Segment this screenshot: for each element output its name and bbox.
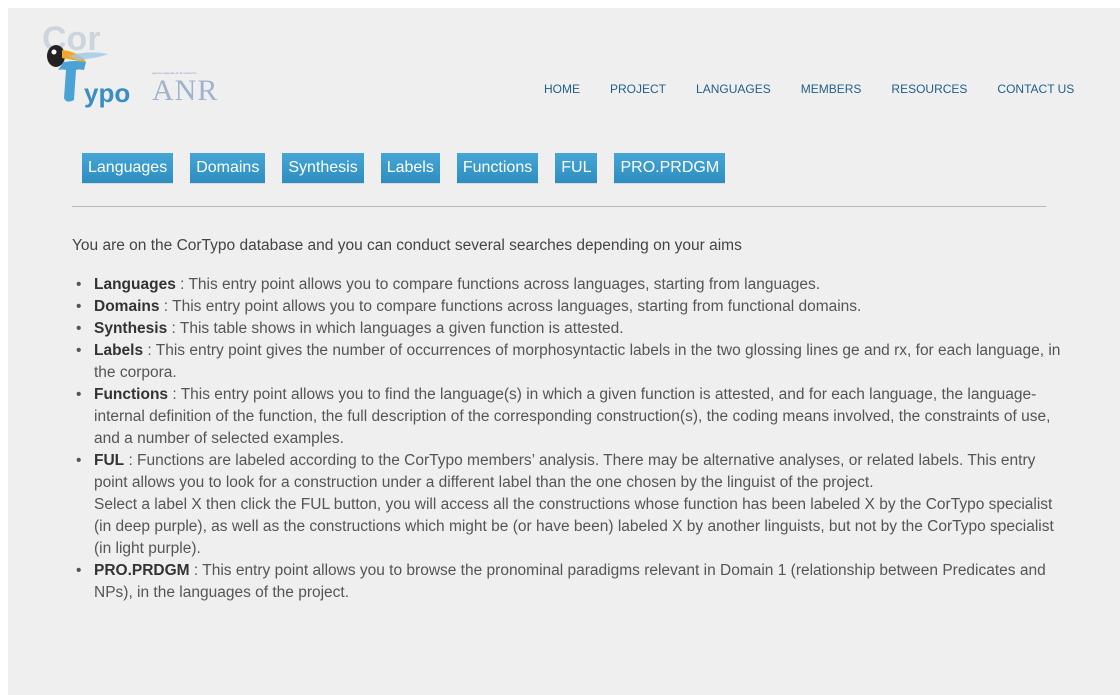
nav-contact-us[interactable]: CONTACT US xyxy=(997,81,1074,97)
nav-home[interactable]: HOME xyxy=(544,81,580,97)
list-item-text: : Functions are labeled according to the… xyxy=(94,452,1036,491)
tab-ful-button[interactable]: FUL xyxy=(555,153,598,183)
top-nav: HOME PROJECT LANGUAGES MEMBERS RESOURCES… xyxy=(544,81,1074,97)
list-item-text: : This entry point gives the number of o… xyxy=(94,342,1061,381)
tab-synthesis-button[interactable]: Synthesis xyxy=(282,153,364,183)
list-item-text: : This entry point allows you to compare… xyxy=(159,298,862,315)
list-item-extra-text: Select a label X then click the FUL butt… xyxy=(94,496,1054,557)
anr-logo-graphic: agence nationale de la recherche ANR xyxy=(152,71,218,107)
list-item: FUL : Functions are labeled according to… xyxy=(72,450,1062,560)
list-item: Labels : This entry point gives the numb… xyxy=(72,340,1062,384)
list-item-term: Synthesis xyxy=(94,320,168,337)
tab-pro-prdgm-button[interactable]: PRO.PRDGM xyxy=(614,153,726,183)
list-item-term: Labels xyxy=(94,342,144,359)
list-item: Functions : This entry point allows you … xyxy=(72,384,1062,450)
divider xyxy=(72,206,1046,207)
list-item-text: : This entry point allows you to browse … xyxy=(94,562,1046,601)
list-item-text: : This entry point allows you to compare… xyxy=(175,276,820,293)
logo-bird-eye xyxy=(51,49,57,55)
nav-languages[interactable]: LANGUAGES xyxy=(696,81,771,97)
anr-text: ANR xyxy=(152,74,218,106)
tab-labels-button[interactable]: Labels xyxy=(380,153,440,183)
cortypo-logo[interactable]: Cor ypo xyxy=(34,16,144,108)
database-tabs: Languages Domains Synthesis Labels Funct… xyxy=(82,153,742,183)
logo-text-ypo: ypo xyxy=(84,78,130,108)
list-item-term: Domains xyxy=(94,298,160,315)
entry-point-list: Languages : This entry point allows you … xyxy=(72,274,1062,604)
page: Cor ypo agence nationale de la recherche… xyxy=(8,8,1120,695)
list-item-text: : This entry point allows you to find th… xyxy=(94,386,1051,447)
list-item: Domains : This entry point allows you to… xyxy=(72,296,1062,318)
intro-text: You are on the CorTypo database and you … xyxy=(72,237,742,254)
anr-logo[interactable]: agence nationale de la recherche ANR xyxy=(148,70,238,107)
logo-t-shape xyxy=(58,61,86,102)
list-item: Synthesis : This table shows in which la… xyxy=(72,318,1062,340)
nav-project[interactable]: PROJECT xyxy=(610,81,666,97)
cortypo-logo-graphic: Cor ypo xyxy=(42,20,130,108)
list-item: Languages : This entry point allows you … xyxy=(72,274,1062,296)
list-item-term: Languages xyxy=(94,276,176,293)
list-item: PRO.PRDGM : This entry point allows you … xyxy=(72,560,1062,604)
list-item-term: Functions xyxy=(94,386,169,403)
nav-resources[interactable]: RESOURCES xyxy=(891,81,967,97)
tab-domains-button[interactable]: Domains xyxy=(190,153,266,183)
nav-members[interactable]: MEMBERS xyxy=(801,81,862,97)
list-item-text: : This table shows in which languages a … xyxy=(167,320,624,337)
list-item-term: PRO.PRDGM xyxy=(94,562,190,579)
tab-functions-button[interactable]: Functions xyxy=(456,153,539,183)
tab-languages-button[interactable]: Languages xyxy=(82,153,174,183)
list-item-term: FUL xyxy=(94,452,125,469)
